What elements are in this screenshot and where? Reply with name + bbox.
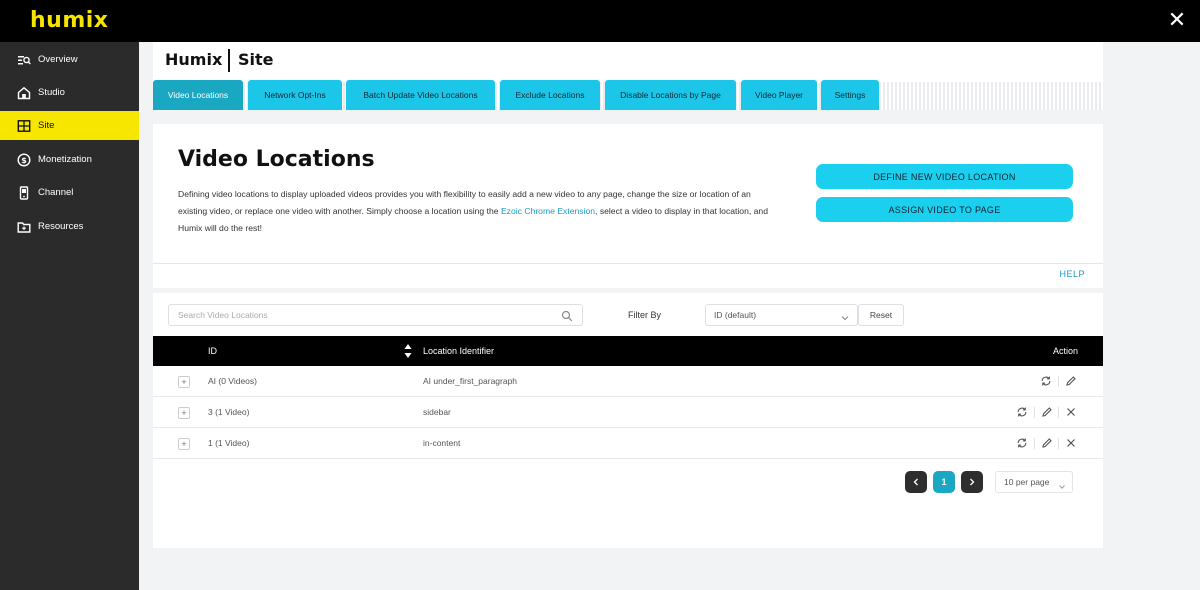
- phone-icon: [17, 185, 31, 200]
- action-divider: [1058, 376, 1059, 387]
- column-header-action: Action: [1052, 346, 1078, 356]
- delete-icon[interactable]: [1065, 437, 1077, 449]
- top-bar: humix ✕: [0, 0, 1200, 42]
- next-page-button[interactable]: [961, 471, 983, 493]
- sidebar-item-monetization[interactable]: $ Monetization: [0, 145, 139, 174]
- sidebar-item-studio[interactable]: Studio: [0, 78, 139, 107]
- sync-icon[interactable]: [1016, 437, 1028, 449]
- section-title: Video Locations: [178, 147, 375, 172]
- help-link[interactable]: HELP: [1059, 269, 1085, 279]
- svg-text:$: $: [21, 156, 27, 165]
- dollar-icon: $: [17, 152, 31, 167]
- tab-video-player[interactable]: Video Player: [741, 80, 817, 110]
- tab-exclude-locations[interactable]: Exclude Locations: [500, 80, 600, 110]
- tab-settings[interactable]: Settings: [821, 80, 879, 110]
- site-grid-icon: [17, 119, 31, 133]
- per-page-value: 10 per page: [1004, 477, 1050, 487]
- expand-row-button[interactable]: +: [178, 438, 190, 450]
- chevron-left-icon: [913, 478, 918, 486]
- ezoic-chrome-extension-link[interactable]: Ezoic Chrome Extension: [501, 206, 595, 216]
- expand-row-button[interactable]: +: [178, 407, 190, 419]
- page-1-button[interactable]: 1: [933, 471, 955, 493]
- overview-icon: [17, 53, 31, 67]
- help-bar: [153, 263, 1103, 288]
- column-header-id: ID: [208, 346, 217, 356]
- sidebar-item-label: Overview: [38, 54, 78, 65]
- sidebar-item-site[interactable]: Site: [0, 111, 139, 140]
- row-location-identifier: AI under_first_paragraph: [423, 376, 518, 386]
- row-location-identifier: sidebar: [423, 407, 451, 417]
- sidebar-item-label: Monetization: [38, 154, 92, 165]
- table-row: + AI (0 Videos) AI under_first_paragraph: [153, 366, 1103, 397]
- action-divider: [1058, 438, 1059, 449]
- tab-video-locations[interactable]: Video Locations: [153, 80, 243, 110]
- table-header: ID Location Identifier Action: [153, 336, 1103, 366]
- edit-icon[interactable]: [1065, 375, 1077, 387]
- sidebar-item-label: Site: [38, 120, 55, 131]
- page-header: [153, 42, 1103, 82]
- sync-icon[interactable]: [1016, 406, 1028, 418]
- action-divider: [1058, 407, 1059, 418]
- row-location-identifier: in-content: [423, 438, 461, 448]
- folder-icon: [17, 220, 31, 234]
- filter-selected-value: ID (default): [714, 310, 757, 320]
- tab-disable-locations-by-page[interactable]: Disable Locations by Page: [605, 80, 736, 110]
- delete-icon[interactable]: [1065, 406, 1077, 418]
- table-row: + 1 (1 Video) in-content: [153, 428, 1103, 459]
- column-header-location-identifier: Location Identifier: [423, 346, 495, 356]
- tab-batch-update-video-locations[interactable]: Batch Update Video Locations: [346, 80, 495, 110]
- assign-video-to-page-button[interactable]: ASSIGN VIDEO TO PAGE: [816, 197, 1073, 222]
- header-divider: [228, 49, 230, 72]
- chevron-right-icon: [970, 478, 975, 486]
- search-icon[interactable]: [561, 309, 573, 322]
- chevron-down-icon: [1058, 478, 1066, 489]
- humix-logo[interactable]: humix: [30, 8, 108, 33]
- row-id: AI (0 Videos): [208, 376, 257, 386]
- sidebar-item-channel[interactable]: Channel: [0, 178, 139, 207]
- sync-icon[interactable]: [1040, 375, 1052, 387]
- row-id: 3 (1 Video): [208, 407, 250, 417]
- sidebar-item-resources[interactable]: Resources: [0, 212, 139, 241]
- table-row: + 3 (1 Video) sidebar: [153, 397, 1103, 428]
- sidebar-item-overview[interactable]: Overview: [0, 45, 139, 74]
- home-icon: [17, 86, 31, 100]
- filter-select[interactable]: ID (default): [705, 304, 858, 326]
- tab-network-opt-ins[interactable]: Network Opt-Ins: [248, 80, 342, 110]
- reset-button[interactable]: Reset: [858, 304, 904, 326]
- edit-icon[interactable]: [1041, 437, 1053, 449]
- sort-icon[interactable]: [403, 343, 413, 359]
- search-box: [168, 304, 583, 326]
- sidebar-item-label: Studio: [38, 87, 65, 98]
- sidebar-item-label: Resources: [38, 221, 84, 232]
- action-divider: [1034, 407, 1035, 418]
- sidebar: Overview Studio Site $ Monetization Chan…: [0, 42, 139, 590]
- section-description: Defining video locations to display uplo…: [178, 186, 768, 237]
- row-id: 1 (1 Video): [208, 438, 250, 448]
- chevron-down-icon: [840, 310, 850, 321]
- define-new-video-location-button[interactable]: DEFINE NEW VIDEO LOCATION: [816, 164, 1073, 189]
- per-page-select[interactable]: 10 per page: [995, 471, 1073, 493]
- action-divider: [1034, 438, 1035, 449]
- page-subtitle: Site: [238, 50, 274, 69]
- expand-row-button[interactable]: +: [178, 376, 190, 388]
- close-icon[interactable]: ✕: [1166, 9, 1188, 31]
- filter-label: Filter By: [628, 310, 662, 320]
- sidebar-item-label: Channel: [38, 187, 74, 198]
- edit-icon[interactable]: [1041, 406, 1053, 418]
- page-title: Humix: [165, 50, 223, 69]
- previous-page-button[interactable]: [905, 471, 927, 493]
- search-input[interactable]: [169, 305, 549, 325]
